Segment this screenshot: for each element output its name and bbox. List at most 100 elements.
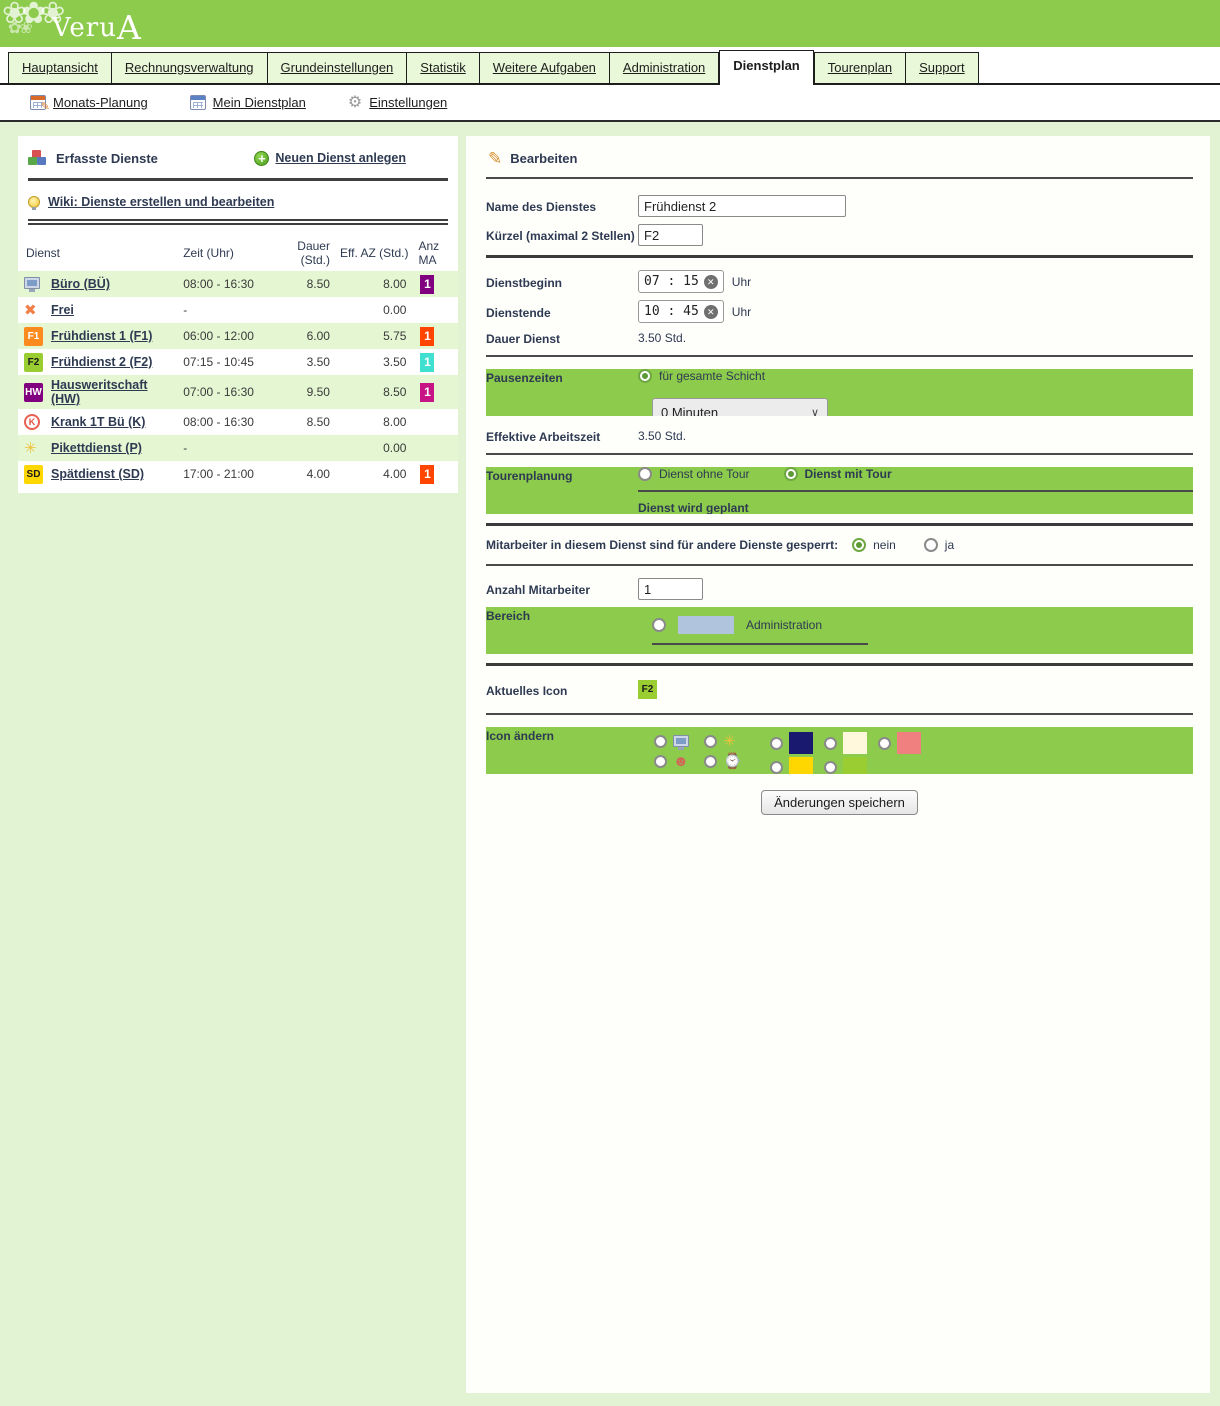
logo-accent: A <box>117 8 142 47</box>
gesperrt-row: Mitarbeiter in diesem Dienst sind für an… <box>486 538 1193 552</box>
content-area: Erfasste Dienste + Neuen Dienst anlegen … <box>0 122 1220 1393</box>
tab-dienstplan[interactable]: Dienstplan <box>719 50 813 85</box>
sd-badge-icon: SD <box>24 465 43 484</box>
service-link[interactable]: Frei <box>51 303 74 317</box>
kuerzel-label: Kürzel (maximal 2 Stellen) <box>486 227 638 243</box>
radio-icon <box>654 735 667 748</box>
tab-hauptansicht[interactable]: Hauptansicht <box>8 52 112 83</box>
service-effective-cell: 0.00 <box>332 297 410 323</box>
color-option-yellow-green[interactable] <box>824 757 878 774</box>
end-time-value: 10 : 45 <box>644 304 699 319</box>
count-badge: 1 <box>420 465 434 484</box>
tab-support[interactable]: Support <box>906 52 979 83</box>
sub-nav: ✎Monats-Planung Mein Dienstplan ⚙Einstellu… <box>0 85 1220 122</box>
pencil-icon: ✎ <box>488 150 502 167</box>
tab-rechnungsverwaltung[interactable]: Rechnungsverwaltung <box>112 52 268 83</box>
service-link[interactable]: Spätdienst (SD) <box>51 467 144 481</box>
subnav-item-label: Einstellungen <box>369 95 447 110</box>
tour-fields: Dienst ohne Tour Dienst mit Tour Dienst … <box>638 467 1193 514</box>
tab-statistik[interactable]: Statistik <box>407 52 480 83</box>
person-clock-blue-icon: ☻ <box>673 774 689 775</box>
clear-begin-icon[interactable]: ✕ <box>704 275 718 289</box>
service-time-cell: 08:00 - 16:30 <box>181 271 266 297</box>
aktuelles-icon-label: Aktuelles Icon <box>486 682 638 698</box>
wiki-row: Wiki: Dienste erstellen und bearbeiten <box>18 189 458 211</box>
divider <box>486 523 1193 526</box>
tour-radio-mit[interactable]: Dienst mit Tour <box>784 467 892 481</box>
radio-icon <box>704 735 717 748</box>
edit-panel-title: Bearbeiten <box>510 151 577 166</box>
service-row-krank-1t-bü-k-: KKrank 1T Bü (K)08:00 - 16:308.508.00 <box>18 409 458 435</box>
service-duration-cell: 3.50 <box>266 349 332 375</box>
service-link[interactable]: Krank 1T Bü (K) <box>51 415 145 429</box>
begin-label: Dienstbeginn <box>486 274 638 290</box>
button-row: Änderungen speichern <box>486 790 1193 815</box>
color-option-navy[interactable] <box>770 732 824 754</box>
clear-end-icon[interactable]: ✕ <box>704 305 718 319</box>
service-time-cell: 17:00 - 21:00 <box>181 461 266 487</box>
uhr-label: Uhr <box>732 275 751 289</box>
icon-picker: ✳☻⌚☻☕✖☎K⚑⌂⚑⚑⚑⚑⚑☺⚑ <box>654 727 1193 774</box>
service-link[interactable]: Frühdienst 2 (F2) <box>51 355 152 369</box>
subnav-item-monats-planung[interactable]: ✎Monats-Planung <box>30 95 148 110</box>
service-link[interactable]: Frühdienst 1 (F1) <box>51 329 152 343</box>
workstation-icon <box>673 735 689 747</box>
color-option-cream[interactable] <box>824 732 878 754</box>
service-link[interactable]: Büro (BÜ) <box>51 277 110 291</box>
save-button[interactable]: Änderungen speichern <box>761 790 918 815</box>
pause-radio-schicht[interactable]: für gesamte Schicht <box>638 369 765 383</box>
icon-option-person-clock-blue-icon[interactable]: ☻ <box>654 774 704 775</box>
radio-selected-icon <box>638 369 652 383</box>
service-icon-cell: F1 <box>18 323 49 349</box>
name-input[interactable] <box>638 195 846 217</box>
end-row: Dienstende 10 : 45 ✕ Uhr <box>486 300 1193 323</box>
color-option-gold[interactable] <box>770 757 824 774</box>
radio-icon <box>878 737 891 750</box>
begin-time-input[interactable]: 07 : 15 ✕ <box>638 270 724 293</box>
column-header-anz-ma: Anz MA <box>410 235 458 271</box>
subnav-item-einstellungen[interactable]: ⚙Einstellungen <box>348 95 447 111</box>
begin-row: Dienstbeginn 07 : 15 ✕ Uhr <box>486 270 1193 293</box>
service-name-cell: Frühdienst 1 (F1) <box>49 323 181 349</box>
tab-weitere-aufgaben[interactable]: Weitere Aufgaben <box>480 52 610 83</box>
radio-icon <box>770 761 783 774</box>
radio-icon <box>824 761 837 774</box>
icon-option-workstation-icon[interactable] <box>654 735 704 748</box>
tab-administration[interactable]: Administration <box>610 52 719 83</box>
anzahl-input[interactable] <box>638 578 703 600</box>
tab-tourenplan[interactable]: Tourenplan <box>814 52 906 83</box>
service-effective-cell: 8.00 <box>332 271 410 297</box>
wiki-link[interactable]: Wiki: Dienste erstellen und bearbeiten <box>48 195 274 209</box>
service-link[interactable]: Hausweritschaft (HW) <box>51 378 148 406</box>
name-label: Name des Dienstes <box>486 198 638 214</box>
icon-option-person-clock-red-icon[interactable]: ☻ <box>654 754 704 769</box>
radio-icon <box>824 737 837 750</box>
logo-text: Veru <box>52 13 117 43</box>
bereich-option-administration[interactable]: Administration <box>652 616 1193 634</box>
kuerzel-input[interactable] <box>638 224 703 246</box>
new-service-link[interactable]: Neuen Dienst anlegen <box>275 151 406 165</box>
icon-option-coffee-cup-icon[interactable]: ☕ <box>704 774 754 775</box>
tour-radio-ohne[interactable]: Dienst ohne Tour <box>638 467 750 481</box>
bereich-color-swatch <box>678 616 734 634</box>
icon-option-alarm-clock-icon[interactable]: ⌚ <box>704 754 754 769</box>
gesperrt-radio-nein[interactable]: nein <box>852 538 896 552</box>
gesperrt-radio-ja[interactable]: ja <box>924 538 954 552</box>
subnav-item-mein-dienstplan[interactable]: Mein Dienstplan <box>190 95 306 110</box>
service-link[interactable]: Pikettdienst (P) <box>51 441 142 455</box>
service-effective-cell: 0.00 <box>332 435 410 461</box>
icon-option-asterisk-icon[interactable]: ✳ <box>704 734 754 749</box>
tab-grundeinstellungen[interactable]: Grundeinstellungen <box>268 52 408 83</box>
kuerzel-row: Kürzel (maximal 2 Stellen) <box>486 224 1193 246</box>
color-option-salmon[interactable] <box>878 732 932 754</box>
service-count-cell: 1 <box>410 375 458 409</box>
tab-label: Statistik <box>420 60 466 75</box>
pause-minutes-select[interactable]: 0 Minuten ∨ <box>652 398 828 416</box>
end-time-input[interactable]: 10 : 45 ✕ <box>638 300 724 323</box>
person-clock-red-icon: ☻ <box>673 754 689 769</box>
dauer-row: Dauer Dienst 3.50 Std. <box>486 330 1193 346</box>
service-row-frühdienst-2-f2-: F2Frühdienst 2 (F2)07:15 - 10:453.503.50… <box>18 349 458 375</box>
service-count-cell: 1 <box>410 461 458 487</box>
service-count-cell: 1 <box>410 349 458 375</box>
tab-label: Dienstplan <box>733 58 799 73</box>
